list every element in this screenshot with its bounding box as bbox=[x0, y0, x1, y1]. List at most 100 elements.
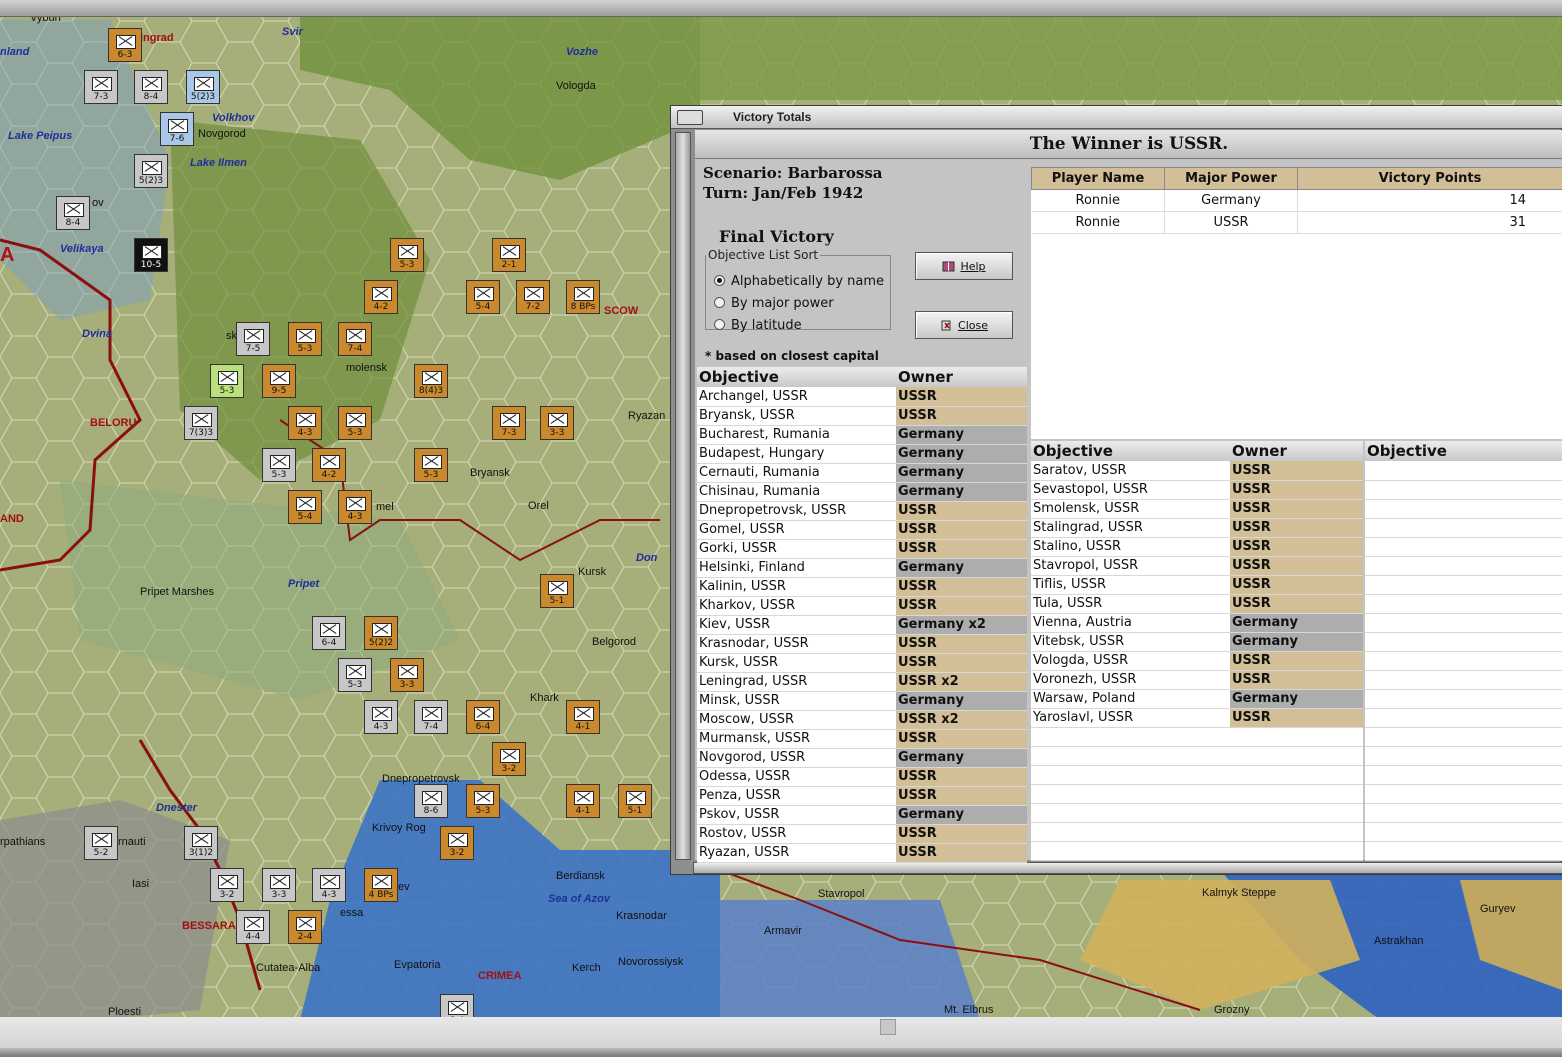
unit-counter[interactable]: 9-5 bbox=[262, 364, 296, 398]
unit-counter[interactable]: 4-1 bbox=[566, 784, 600, 818]
objective-row[interactable]: Kursk, USSR USSR bbox=[697, 653, 1027, 673]
objective-row[interactable]: Saratov, USSR USSR bbox=[1031, 461, 1363, 481]
objective-row[interactable]: Penza, USSR USSR bbox=[697, 786, 1027, 806]
unit-counter[interactable]: 8-4 bbox=[56, 196, 90, 230]
objective-row[interactable]: Gomel, USSR USSR bbox=[697, 520, 1027, 540]
objective-row[interactable] bbox=[1031, 765, 1363, 785]
bottom-status-bar[interactable] bbox=[0, 1017, 1562, 1057]
objective-row[interactable] bbox=[1365, 575, 1562, 595]
unit-counter[interactable]: 5-2 bbox=[84, 826, 118, 860]
objective-row[interactable] bbox=[1365, 784, 1562, 804]
objective-row[interactable]: Kiev, USSR Germany x2 bbox=[697, 615, 1027, 635]
unit-counter[interactable]: 5(2)3 bbox=[186, 70, 220, 104]
objective-row[interactable] bbox=[1031, 803, 1363, 823]
objective-row[interactable]: Archangel, USSR USSR bbox=[697, 387, 1027, 407]
objective-row[interactable]: Bryansk, USSR USSR bbox=[697, 406, 1027, 426]
objective-row[interactable] bbox=[1365, 632, 1562, 652]
objective-row[interactable] bbox=[1365, 499, 1562, 519]
unit-counter[interactable]: 8-6 bbox=[414, 784, 448, 818]
vertical-scrollbar[interactable] bbox=[675, 132, 691, 860]
objective-row[interactable] bbox=[1031, 784, 1363, 804]
unit-counter[interactable]: 7-3 bbox=[84, 70, 118, 104]
objective-row[interactable]: Pskov, USSR Germany bbox=[697, 805, 1027, 825]
objective-row[interactable]: Bucharest, Rumania Germany bbox=[697, 425, 1027, 445]
unit-counter[interactable]: 5-1 bbox=[540, 574, 574, 608]
unit-counter[interactable]: 3-3 bbox=[262, 868, 296, 902]
objective-row[interactable] bbox=[1365, 765, 1562, 785]
unit-counter[interactable]: 4-1 bbox=[566, 700, 600, 734]
top-scroll-bar[interactable] bbox=[0, 0, 1562, 17]
sort-latitude-radio[interactable]: By latitude bbox=[714, 318, 802, 333]
objective-row[interactable] bbox=[1365, 613, 1562, 633]
objective-row[interactable]: Warsaw, Poland Germany bbox=[1031, 689, 1363, 709]
close-button[interactable]: Close bbox=[915, 311, 1013, 339]
unit-counter[interactable]: 5-3 bbox=[466, 784, 500, 818]
objective-row[interactable] bbox=[1365, 708, 1562, 728]
objective-row[interactable]: Sevastopol, USSR USSR bbox=[1031, 480, 1363, 500]
radio-selected-icon[interactable] bbox=[714, 275, 725, 286]
unit-counter[interactable]: 5-3 bbox=[288, 322, 322, 356]
radio-icon[interactable] bbox=[714, 297, 725, 308]
unit-counter[interactable]: 8 BPs bbox=[566, 280, 600, 314]
unit-counter[interactable]: 7-4 bbox=[414, 700, 448, 734]
unit-counter[interactable]: 4-3 bbox=[312, 868, 346, 902]
objective-row[interactable] bbox=[1365, 594, 1562, 614]
window-menu-icon[interactable] bbox=[677, 110, 703, 125]
unit-counter[interactable]: 5(2)2 bbox=[364, 616, 398, 650]
objective-row[interactable] bbox=[1365, 727, 1562, 747]
unit-counter[interactable]: 6-3 bbox=[108, 28, 142, 62]
horizontal-scrollbar[interactable] bbox=[693, 862, 1562, 874]
objective-row[interactable]: Dnepropetrovsk, USSR USSR bbox=[697, 501, 1027, 521]
unit-counter[interactable]: 7-3 bbox=[492, 406, 526, 440]
unit-counter[interactable]: 3-2 bbox=[492, 742, 526, 776]
unit-counter[interactable]: 3-3 bbox=[390, 658, 424, 692]
objective-row[interactable]: Tula, USSR USSR bbox=[1031, 594, 1363, 614]
unit-counter[interactable]: 8-4 bbox=[134, 70, 168, 104]
scroll-thumb[interactable] bbox=[880, 1019, 896, 1035]
objective-row[interactable]: Odessa, USSR USSR bbox=[697, 767, 1027, 787]
unit-counter[interactable]: 6-4 bbox=[466, 700, 500, 734]
unit-counter[interactable]: 3-2 bbox=[440, 826, 474, 860]
objective-row[interactable] bbox=[1365, 461, 1562, 481]
objective-row[interactable]: Stavropol, USSR USSR bbox=[1031, 556, 1363, 576]
objective-row[interactable]: Vienna, Austria Germany bbox=[1031, 613, 1363, 633]
unit-counter[interactable]: 4-2 bbox=[364, 280, 398, 314]
objective-row[interactable]: Moscow, USSR USSR x2 bbox=[697, 710, 1027, 730]
objective-row[interactable] bbox=[1365, 518, 1562, 538]
objective-row[interactable]: Stalino, USSR USSR bbox=[1031, 537, 1363, 557]
unit-counter[interactable]: 2-1 bbox=[492, 238, 526, 272]
unit-counter[interactable]: 4-4 bbox=[236, 910, 270, 944]
unit-counter[interactable]: 4-3 bbox=[364, 700, 398, 734]
objective-row[interactable]: Novgorod, USSR Germany bbox=[697, 748, 1027, 768]
objective-row[interactable] bbox=[1365, 841, 1562, 861]
sort-power-radio[interactable]: By major power bbox=[714, 296, 834, 311]
objective-row[interactable] bbox=[1365, 746, 1562, 766]
objective-row[interactable]: Tiflis, USSR USSR bbox=[1031, 575, 1363, 595]
unit-counter[interactable]: 2-4 bbox=[288, 910, 322, 944]
unit-counter[interactable]: 5-3 bbox=[390, 238, 424, 272]
unit-counter[interactable]: 5-3 bbox=[414, 448, 448, 482]
objective-row[interactable]: Voronezh, USSR USSR bbox=[1031, 670, 1363, 690]
objective-row[interactable] bbox=[1031, 727, 1363, 747]
sort-alpha-radio[interactable]: Alphabetically by name bbox=[714, 274, 884, 289]
unit-counter[interactable]: 5-4 bbox=[288, 490, 322, 524]
points-row[interactable]: Ronnie Germany 14 bbox=[1031, 189, 1562, 212]
objective-row[interactable] bbox=[1031, 822, 1363, 842]
unit-counter[interactable]: 4-2 bbox=[312, 448, 346, 482]
objective-row[interactable] bbox=[1365, 803, 1562, 823]
objective-row[interactable] bbox=[1031, 841, 1363, 861]
unit-counter[interactable]: 5(2)3 bbox=[134, 154, 168, 188]
unit-counter[interactable]: 7-6 bbox=[160, 112, 194, 146]
help-button[interactable]: Help bbox=[915, 252, 1013, 280]
unit-counter[interactable]: 4-3 bbox=[338, 490, 372, 524]
unit-counter[interactable]: 4-3 bbox=[288, 406, 322, 440]
points-row[interactable]: Ronnie USSR 31 bbox=[1031, 211, 1562, 234]
objective-row[interactable]: Helsinki, Finland Germany bbox=[697, 558, 1027, 578]
unit-counter[interactable]: 7-2 bbox=[516, 280, 550, 314]
objective-row[interactable] bbox=[1365, 556, 1562, 576]
unit-counter[interactable]: 5-3 bbox=[338, 406, 372, 440]
unit-counter[interactable]: 10-5 bbox=[134, 238, 168, 272]
objective-row[interactable] bbox=[1365, 670, 1562, 690]
objective-row[interactable]: Smolensk, USSR USSR bbox=[1031, 499, 1363, 519]
unit-counter[interactable]: 5-3 bbox=[210, 364, 244, 398]
